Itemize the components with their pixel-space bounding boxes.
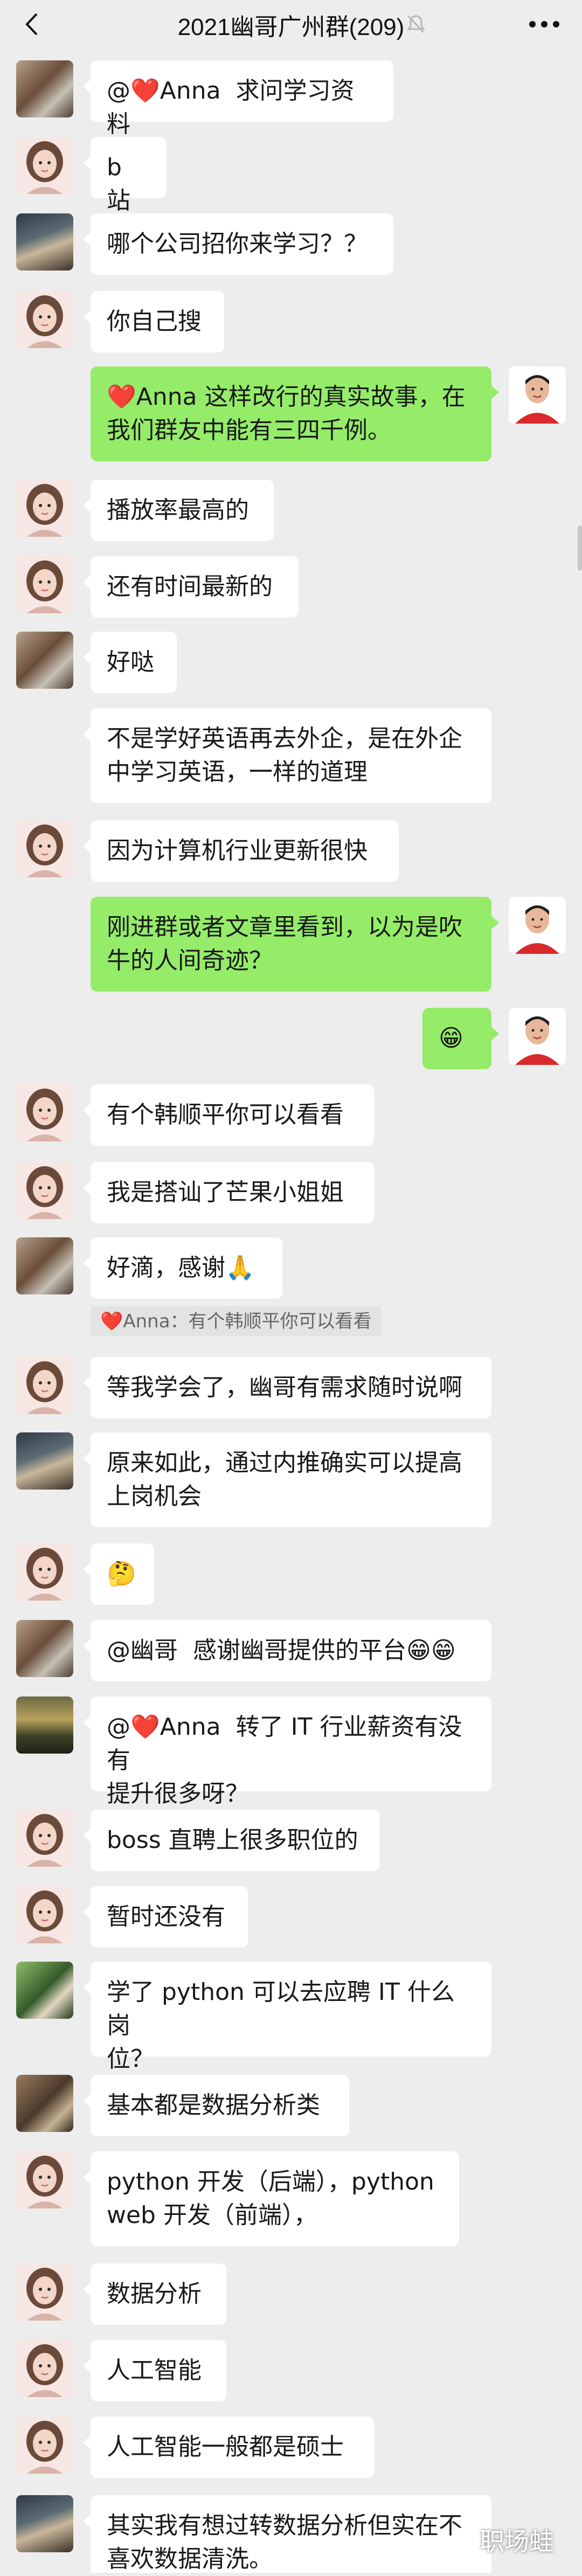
member-avatar[interactable] xyxy=(16,1962,73,2019)
member-avatar[interactable] xyxy=(16,632,73,689)
my-avatar[interactable] xyxy=(509,1008,566,1065)
message-bubble[interactable]: 刚进群或者文章里看到，以为是吹 牛的人间奇迹？ xyxy=(91,897,499,992)
member-avatar[interactable] xyxy=(16,1696,73,1754)
message-bubble[interactable]: 播放率最高的 xyxy=(83,480,274,541)
member-avatar[interactable] xyxy=(16,2495,73,2552)
message-bubble[interactable]: 因为计算机行业更新很快 xyxy=(83,820,399,882)
quoted-message[interactable]: ❤️Anna：有个韩顺平你可以看看 xyxy=(91,1306,382,1337)
message-bubble[interactable]: 我是搭讪了芒果小姐姐 xyxy=(83,1162,374,1223)
anna-avatar[interactable] xyxy=(16,1810,73,1867)
message-bubble[interactable]: 不是学好英语再去外企，是在外企 中学习英语，一样的道理 xyxy=(83,708,491,803)
message-bubble[interactable]: python 开发（后端），python web 开发（前端）， xyxy=(83,2151,459,2246)
message-bubble[interactable]: 原来如此，通过内推确实可以提高 上岗机会 xyxy=(83,1432,491,1527)
member-avatar[interactable] xyxy=(16,60,73,117)
message-bubble[interactable]: ❤️Anna 这样改行的真实故事，在 我们群友中能有三四千例。 xyxy=(91,366,499,461)
anna-avatar[interactable] xyxy=(16,1357,73,1414)
anna-avatar[interactable] xyxy=(16,2151,73,2208)
message-bubble[interactable]: 有个韩顺平你可以看看 xyxy=(83,1084,374,1146)
message-bubble[interactable]: @幽哥 感谢幽哥提供的平台😁😁 xyxy=(83,1620,491,1681)
message-bubble[interactable]: 😁 xyxy=(422,1008,499,1069)
my-avatar[interactable] xyxy=(509,366,566,424)
message-bubble[interactable]: 其实我有想过转数据分析但实在不 喜欢数据清洗。 xyxy=(83,2495,491,2573)
message-bubble[interactable]: @❤️Anna 转了 IT 行业薪资有没有 提升很多呀？ xyxy=(83,1696,491,1808)
message-bubble[interactable]: boss 直聘上很多职位的 xyxy=(83,1810,379,1871)
member-avatar[interactable] xyxy=(16,2075,73,2132)
message-bubble[interactable]: 学了 python 可以去应聘 IT 什么岗 位？ xyxy=(83,1962,491,2073)
member-avatar[interactable] xyxy=(16,213,73,271)
anna-avatar[interactable] xyxy=(16,1084,73,1141)
anna-avatar[interactable] xyxy=(16,480,73,537)
anna-avatar[interactable] xyxy=(16,556,73,613)
message-bubble[interactable]: @❤️Anna 求问学习资料 xyxy=(83,60,393,138)
anna-avatar[interactable] xyxy=(16,291,73,348)
mute-bell-icon xyxy=(406,15,426,33)
message-bubble[interactable]: 好滴，感谢🙏 xyxy=(83,1237,282,1299)
message-bubble[interactable]: 人工智能一般都是硕士 xyxy=(83,2416,374,2478)
chat-header: 2021幽哥广州群(209) xyxy=(0,0,582,49)
anna-avatar[interactable] xyxy=(16,1543,73,1601)
anna-avatar[interactable] xyxy=(16,820,73,877)
message-bubble[interactable]: 暂时还没有 xyxy=(83,1886,248,1948)
message-bubble[interactable]: b 站 xyxy=(83,137,166,214)
member-avatar[interactable] xyxy=(16,1237,73,1294)
scrollbar-thumb[interactable] xyxy=(578,525,582,571)
message-bubble[interactable]: 等我学会了，幽哥有需求随时说啊 xyxy=(83,1357,491,1418)
anna-avatar[interactable] xyxy=(16,1162,73,1219)
message-bubble[interactable]: 基本都是数据分析类 xyxy=(83,2075,349,2136)
message-bubble[interactable]: 哪个公司招你来学习？？ xyxy=(83,213,393,275)
message-bubble[interactable]: 好哒 xyxy=(83,632,177,693)
my-avatar[interactable] xyxy=(509,897,566,954)
anna-avatar[interactable] xyxy=(16,2263,73,2321)
anna-avatar[interactable] xyxy=(16,2416,73,2474)
anna-avatar[interactable] xyxy=(16,1886,73,1943)
frog-logo-icon xyxy=(453,2527,472,2547)
message-bubble[interactable]: 🤔 xyxy=(83,1543,154,1605)
anna-avatar[interactable] xyxy=(16,2340,73,2397)
message-bubble[interactable]: 你自己搜 xyxy=(83,291,224,352)
message-bubble[interactable]: 数据分析 xyxy=(83,2263,226,2325)
more-options-icon[interactable] xyxy=(528,20,560,28)
message-bubble[interactable]: 还有时间最新的 xyxy=(83,556,299,618)
message-bubble[interactable]: 人工智能 xyxy=(83,2340,226,2401)
member-avatar[interactable] xyxy=(16,1620,73,1677)
anna-avatar[interactable] xyxy=(16,137,73,194)
watermark: 职场蛙 xyxy=(480,2527,554,2556)
chat-title: 2021幽哥广州群(209) xyxy=(177,14,405,40)
member-avatar[interactable] xyxy=(16,1432,73,1490)
